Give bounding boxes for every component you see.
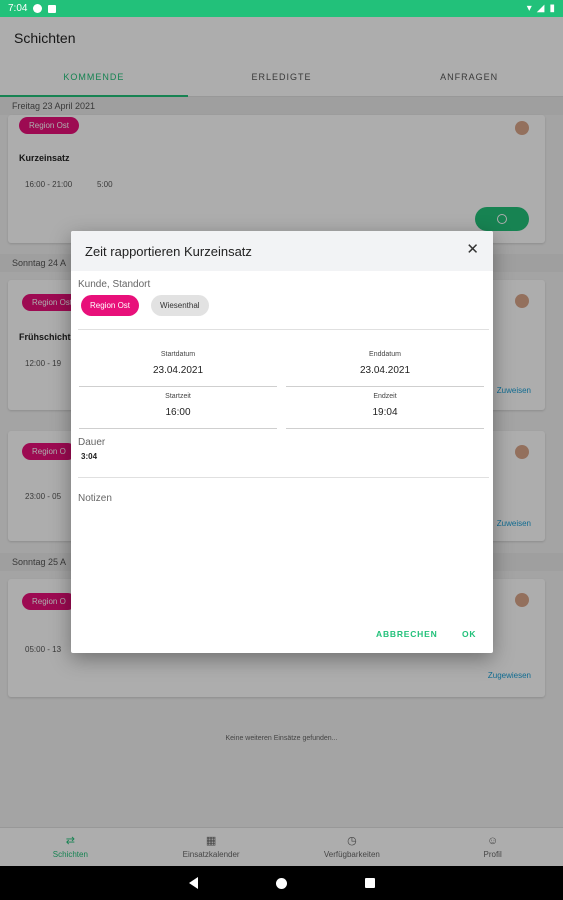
- notes-input[interactable]: [78, 509, 487, 609]
- duration-label: Dauer: [78, 437, 106, 448]
- divider: [78, 477, 489, 478]
- field-underline: [286, 428, 484, 429]
- end-date-value: 23.04.2021: [359, 365, 411, 376]
- status-bar: 7:04 ▾ ◢ ▮: [0, 0, 563, 17]
- end-time-label: Endzeit: [373, 393, 397, 400]
- region-chip: Region Ost: [81, 295, 140, 316]
- start-time-field[interactable]: Startzeit 16:00: [79, 389, 277, 429]
- wifi-icon: ▾: [526, 3, 532, 14]
- field-underline: [286, 386, 484, 387]
- cancel-button[interactable]: ABBRECHEN: [376, 629, 438, 639]
- close-icon[interactable]: ✕: [466, 242, 479, 257]
- start-date-value: 23.04.2021: [152, 365, 204, 376]
- end-time-value: 19:04: [372, 407, 398, 418]
- time-report-dialog: Zeit rapportieren Kurzeinsatz ✕ Kunde, S…: [71, 231, 493, 653]
- back-icon[interactable]: [188, 877, 198, 889]
- end-date-label: Enddatum: [369, 351, 401, 358]
- start-date-field[interactable]: Startdatum 23.04.2021: [79, 347, 277, 387]
- end-time-field[interactable]: Endzeit 19:04: [286, 389, 484, 429]
- start-date-label: Startdatum: [160, 351, 196, 358]
- dialog-header: Zeit rapportieren Kurzeinsatz ✕: [71, 231, 493, 271]
- signal-icon: ◢: [536, 3, 545, 14]
- field-underline: [79, 386, 277, 387]
- notes-label: Notizen: [78, 493, 112, 504]
- battery-icon: ▮: [549, 3, 555, 14]
- end-date-field[interactable]: Enddatum 23.04.2021: [286, 347, 484, 387]
- app-notification-icon: [33, 4, 43, 13]
- location-chip: Wiesenthal: [151, 295, 209, 316]
- duration-value: 3:04: [81, 452, 98, 461]
- status-time: 7:04: [8, 3, 28, 14]
- start-time-label: Startzeit: [165, 393, 191, 400]
- recent-apps-icon[interactable]: [364, 878, 375, 888]
- start-time-value: 16:00: [165, 407, 191, 418]
- customer-location-label: Kunde, Standort: [78, 279, 151, 290]
- sim-icon: [48, 4, 57, 13]
- system-navigation-bar: [0, 866, 563, 900]
- home-icon[interactable]: [275, 877, 287, 889]
- ok-button[interactable]: OK: [462, 629, 476, 639]
- dialog-title: Zeit rapportieren Kurzeinsatz: [85, 244, 252, 259]
- divider: [78, 329, 489, 330]
- field-underline: [79, 428, 277, 429]
